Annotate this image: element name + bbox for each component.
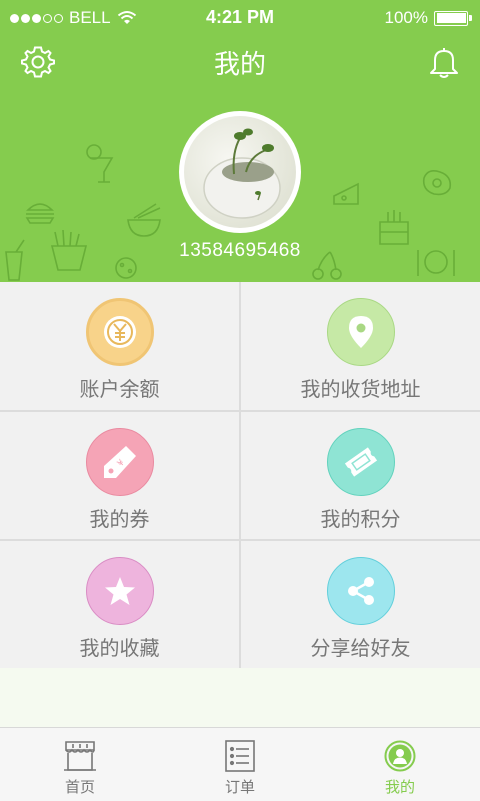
tab-label: 我的 bbox=[384, 778, 415, 796]
tab-orders[interactable]: 订单 bbox=[160, 728, 320, 801]
bell-icon bbox=[430, 48, 458, 78]
menu-favorites[interactable]: 我的收藏 bbox=[0, 541, 239, 668]
battery-percent: 100% bbox=[384, 8, 428, 27]
page-title: 我的 bbox=[213, 50, 266, 80]
menu-label: 分享给好友 bbox=[310, 636, 411, 660]
order-list-icon bbox=[225, 740, 255, 772]
storefront-icon bbox=[64, 741, 96, 771]
profile-icon bbox=[384, 740, 416, 772]
avatar[interactable] bbox=[179, 111, 301, 233]
tab-profile[interactable]: 我的 bbox=[320, 728, 480, 801]
menu-label: 我的积分 bbox=[320, 507, 401, 531]
notifications-button[interactable] bbox=[426, 44, 462, 80]
menu-account-balance[interactable]: 账户余额 bbox=[0, 282, 239, 410]
tab-label: 首页 bbox=[64, 778, 95, 796]
menu-points[interactable]: 我的积分 bbox=[241, 412, 480, 539]
plant-pot-icon bbox=[203, 128, 281, 219]
bottom-tab-bar: 首页 订单 我的 bbox=[0, 727, 480, 801]
star-icon bbox=[85, 557, 154, 625]
battery-icon bbox=[434, 10, 472, 26]
menu-label: 我的收货地址 bbox=[300, 377, 421, 401]
tab-home[interactable]: 首页 bbox=[0, 728, 160, 801]
status-bar: BELL 4:21 PM 100% bbox=[0, 0, 480, 34]
coupon-tag-icon: ¥ bbox=[85, 428, 154, 496]
menu-label: 我的券 bbox=[89, 507, 150, 531]
menu-label: 账户余额 bbox=[79, 377, 160, 401]
ticket-icon bbox=[326, 428, 395, 496]
yen-coin-icon bbox=[85, 298, 154, 366]
avatar-image bbox=[184, 116, 296, 228]
tab-label: 订单 bbox=[224, 778, 255, 796]
menu-label: 我的收藏 bbox=[79, 636, 160, 660]
location-pin-icon bbox=[326, 298, 395, 366]
account-menu-grid: 账户余额 我的收货地址 ¥ 我的券 我的积分 我的收藏 分享给好友 bbox=[0, 282, 480, 668]
menu-share[interactable]: 分享给好友 bbox=[241, 541, 480, 668]
menu-shipping-address[interactable]: 我的收货地址 bbox=[241, 282, 480, 410]
user-phone-number: 13584695468 bbox=[179, 240, 301, 261]
profile-header: BELL 4:21 PM 100% 我的 13584695468 bbox=[0, 0, 480, 282]
menu-coupons[interactable]: ¥ 我的券 bbox=[0, 412, 239, 539]
share-icon bbox=[326, 557, 395, 625]
